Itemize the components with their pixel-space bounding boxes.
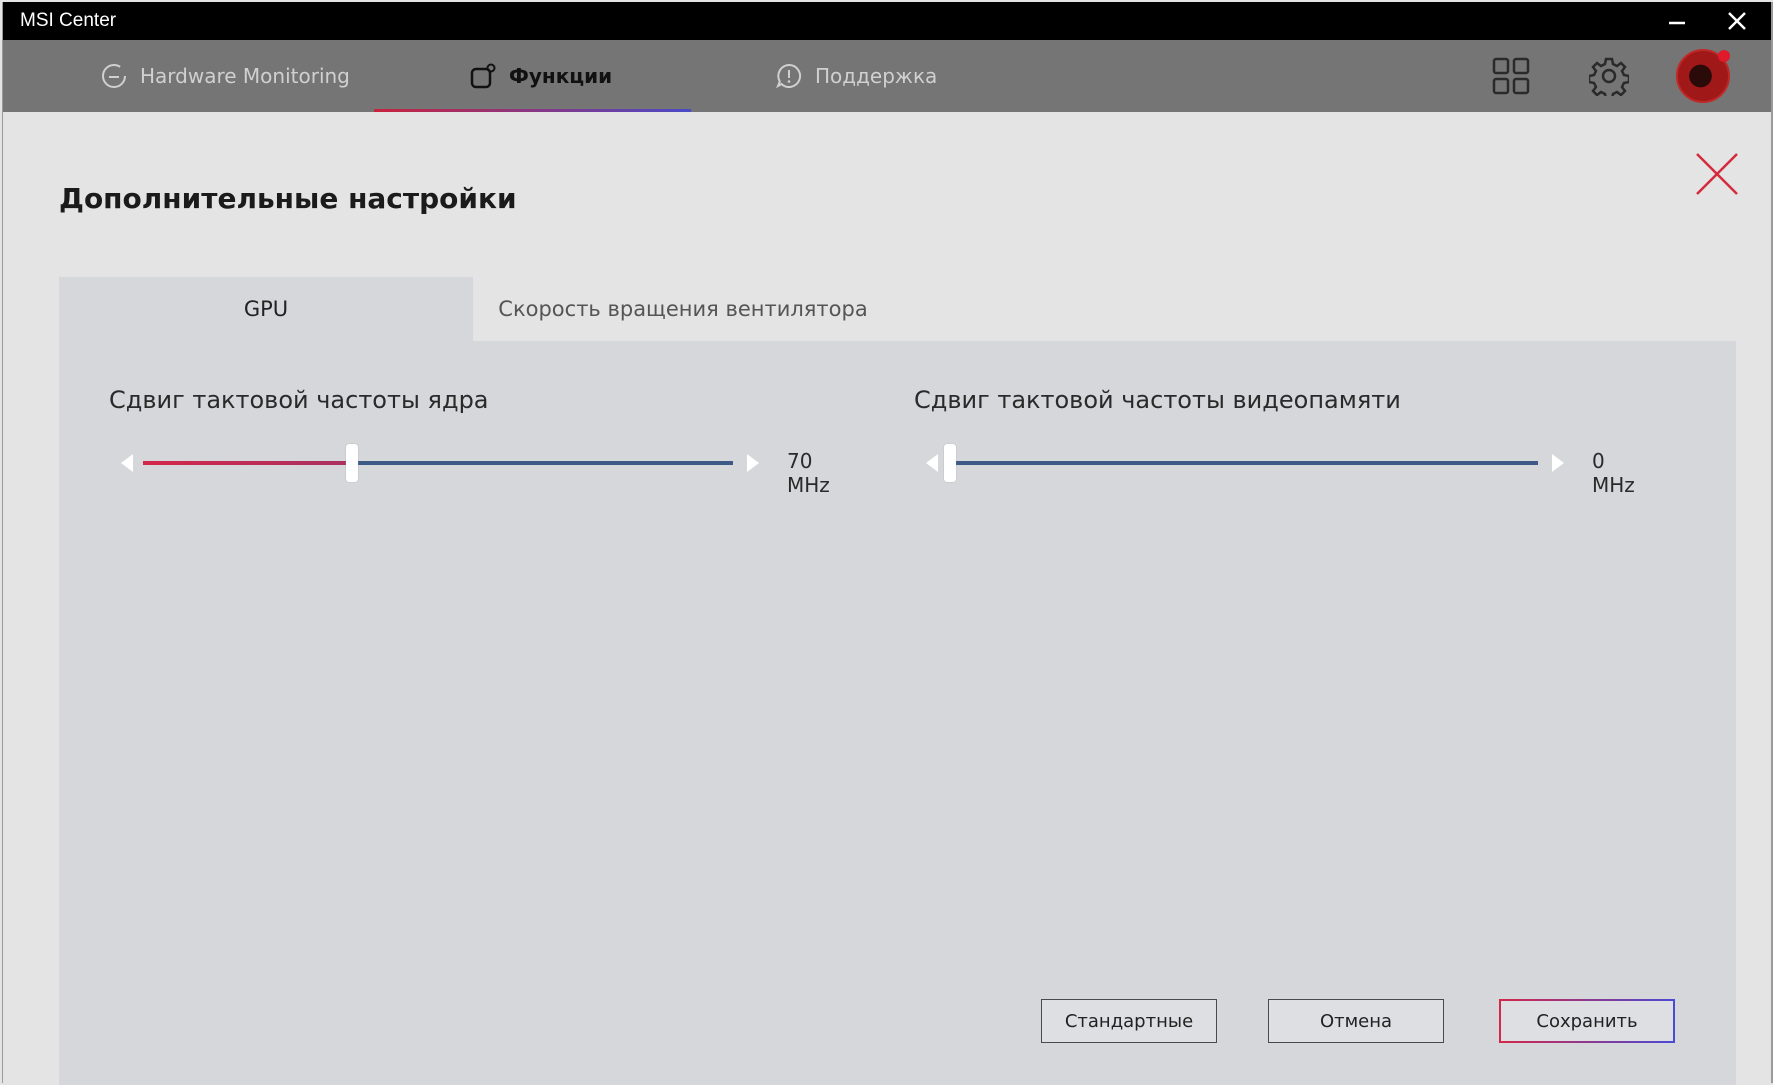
slider-thumb[interactable] <box>345 444 358 482</box>
app-window: MSI Center Hardware Monitoring Функции П… <box>2 2 1773 1085</box>
tab-fan-speed[interactable]: Скорость вращения вентилятора <box>473 277 893 341</box>
settings-panel: Сдвиг тактовой частоты ядра 70 MHz Сдвиг… <box>59 341 1736 1085</box>
tab-hardware-monitoring[interactable]: Hardware Monitoring <box>100 40 350 112</box>
window-close-button[interactable] <box>1707 2 1767 40</box>
slider-value: 70 MHz <box>787 449 830 497</box>
tab-label: Hardware Monitoring <box>140 64 350 88</box>
defaults-button[interactable]: Стандартные <box>1041 999 1217 1043</box>
title-bar: MSI Center <box>3 2 1771 40</box>
decrease-arrow-icon[interactable] <box>926 454 938 472</box>
close-icon <box>1728 12 1746 30</box>
window-title: MSI Center <box>20 10 117 31</box>
tab-functions[interactable]: Функции <box>469 40 612 112</box>
support-chat-icon <box>776 63 801 89</box>
slider-track <box>948 461 1538 465</box>
core-clock-label: Сдвиг тактовой частоты ядра <box>109 386 489 414</box>
profile-button[interactable] <box>1673 40 1733 112</box>
grid-apps-icon <box>1492 57 1530 95</box>
tab-label: Функции <box>509 64 613 88</box>
tab-label: Поддержка <box>815 64 938 88</box>
slider-thumb[interactable] <box>944 444 956 482</box>
settings-tabs: GPU Скорость вращения вентилятора <box>59 277 893 341</box>
active-tab-underline <box>374 109 691 112</box>
features-icon <box>470 63 496 89</box>
apps-grid-button[interactable] <box>1481 40 1541 112</box>
save-button[interactable]: Сохранить <box>1499 999 1675 1043</box>
cancel-button[interactable]: Отмена <box>1268 999 1444 1043</box>
avatar <box>1676 49 1730 103</box>
slider-value: 0 MHz <box>1592 449 1635 497</box>
memory-clock-slider: 0 MHz <box>926 443 1646 497</box>
memory-clock-label: Сдвиг тактовой частоты видеопамяти <box>914 386 1401 414</box>
increase-arrow-icon[interactable] <box>1552 454 1564 472</box>
increase-arrow-icon[interactable] <box>747 454 759 472</box>
gear-icon <box>1589 57 1629 96</box>
slider-fill <box>143 461 350 465</box>
gauge-icon <box>102 64 126 88</box>
decrease-arrow-icon[interactable] <box>121 454 133 472</box>
main-nav: Hardware Monitoring Функции Поддержка <box>3 40 1771 112</box>
tab-support[interactable]: Поддержка <box>775 40 937 112</box>
core-clock-slider: 70 MHz <box>121 443 841 497</box>
minimize-button[interactable] <box>1647 2 1707 40</box>
notification-dot <box>1718 50 1730 62</box>
tab-gpu[interactable]: GPU <box>59 277 473 341</box>
minimize-icon <box>1669 21 1685 25</box>
dialog-close-icon[interactable] <box>1693 150 1741 198</box>
settings-button[interactable] <box>1579 40 1639 112</box>
page-title: Дополнительные настройки <box>59 182 517 215</box>
